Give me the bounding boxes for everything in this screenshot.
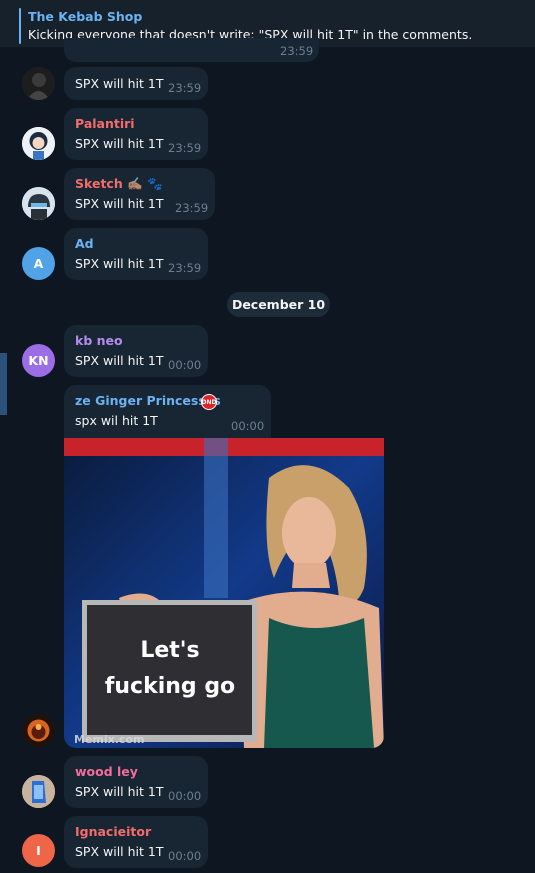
- message-time: 23:59: [168, 141, 202, 155]
- message-text: SPX will hit 1T: [75, 353, 164, 368]
- avatar-initials-a[interactable]: A: [22, 247, 55, 280]
- date-separator: December 10: [227, 292, 330, 317]
- sender-name[interactable]: Ad: [75, 236, 94, 251]
- avatar-dark-figure[interactable]: [22, 67, 55, 100]
- message-bubble[interactable]: kb neo SPX will hit 1T 00:00: [64, 325, 208, 377]
- message-bubble-with-gif[interactable]: ze Ginger Princessss DND spx wil hit 1T …: [64, 385, 271, 439]
- message-text: SPX will hit 1T: [75, 784, 164, 799]
- avatar-fire-figure[interactable]: [22, 714, 55, 747]
- message-text: SPX will hit 1T: [75, 844, 164, 859]
- message-bubble[interactable]: Palantiri SPX will hit 1T 23:59: [64, 108, 208, 160]
- sender-name[interactable]: Sketch ✍🏽 🐾: [75, 176, 163, 192]
- message-bubble[interactable]: wood ley SPX will hit 1T 00:00: [64, 756, 208, 808]
- gif-watermark: Memix.com: [74, 733, 145, 746]
- message-bubble[interactable]: Ad SPX will hit 1T 23:59: [64, 228, 208, 280]
- message-bubble-partial[interactable]: 23:59: [64, 38, 319, 62]
- avatar-initials-i[interactable]: I: [22, 834, 55, 867]
- avatar-initials: I: [36, 843, 41, 858]
- message-text: SPX will hit 1T: [75, 196, 164, 211]
- sender-name[interactable]: ze Ginger Princessss: [75, 393, 221, 408]
- message-time: 00:00: [168, 789, 202, 803]
- gif-sign-line2: fucking go: [104, 674, 236, 699]
- message-text: SPX will hit 1T: [75, 256, 164, 271]
- pinned-title: The Kebab Shop: [28, 9, 143, 24]
- message-time: 23:59: [280, 44, 314, 58]
- gif-scene-image: [64, 438, 384, 748]
- sender-name[interactable]: Palantiri: [75, 116, 135, 131]
- avatar-anime-girl[interactable]: [22, 127, 55, 160]
- avatar-blue-shoe[interactable]: [22, 775, 55, 808]
- message-text: spx wil hit 1T: [75, 413, 158, 428]
- pinned-indicator: [19, 8, 21, 44]
- message-time: 00:00: [231, 419, 265, 433]
- avatar-initials: KN: [28, 353, 49, 368]
- avatar-initials-kn[interactable]: KN: [22, 344, 55, 377]
- message-text: SPX will hit 1T: [75, 136, 164, 151]
- message-bubble[interactable]: Sketch ✍🏽 🐾 SPX will hit 1T 23:59: [64, 168, 215, 220]
- message-time: 23:59: [168, 81, 202, 95]
- message-time: 00:00: [168, 358, 202, 372]
- sender-name[interactable]: Ignacieitor: [75, 824, 151, 839]
- message-time: 23:59: [175, 201, 209, 215]
- message-bubble[interactable]: SPX will hit 1T 23:59: [64, 67, 208, 100]
- gif-sign-line1: Let's: [140, 638, 200, 663]
- sender-name[interactable]: kb neo: [75, 333, 123, 348]
- avatar-helmet-character[interactable]: [22, 187, 55, 220]
- dnd-badge-icon: DND: [201, 394, 217, 410]
- message-time: 23:59: [168, 261, 202, 275]
- scroll-indicator: [0, 353, 7, 415]
- avatar-initials: A: [33, 256, 44, 271]
- message-time: 00:00: [168, 849, 202, 863]
- message-bubble[interactable]: Ignacieitor SPX will hit 1T 00:00: [64, 816, 208, 868]
- sender-name[interactable]: wood ley: [75, 764, 138, 779]
- gif-media[interactable]: Let's fucking go Memix.com: [64, 438, 384, 748]
- message-text: SPX will hit 1T: [75, 76, 164, 91]
